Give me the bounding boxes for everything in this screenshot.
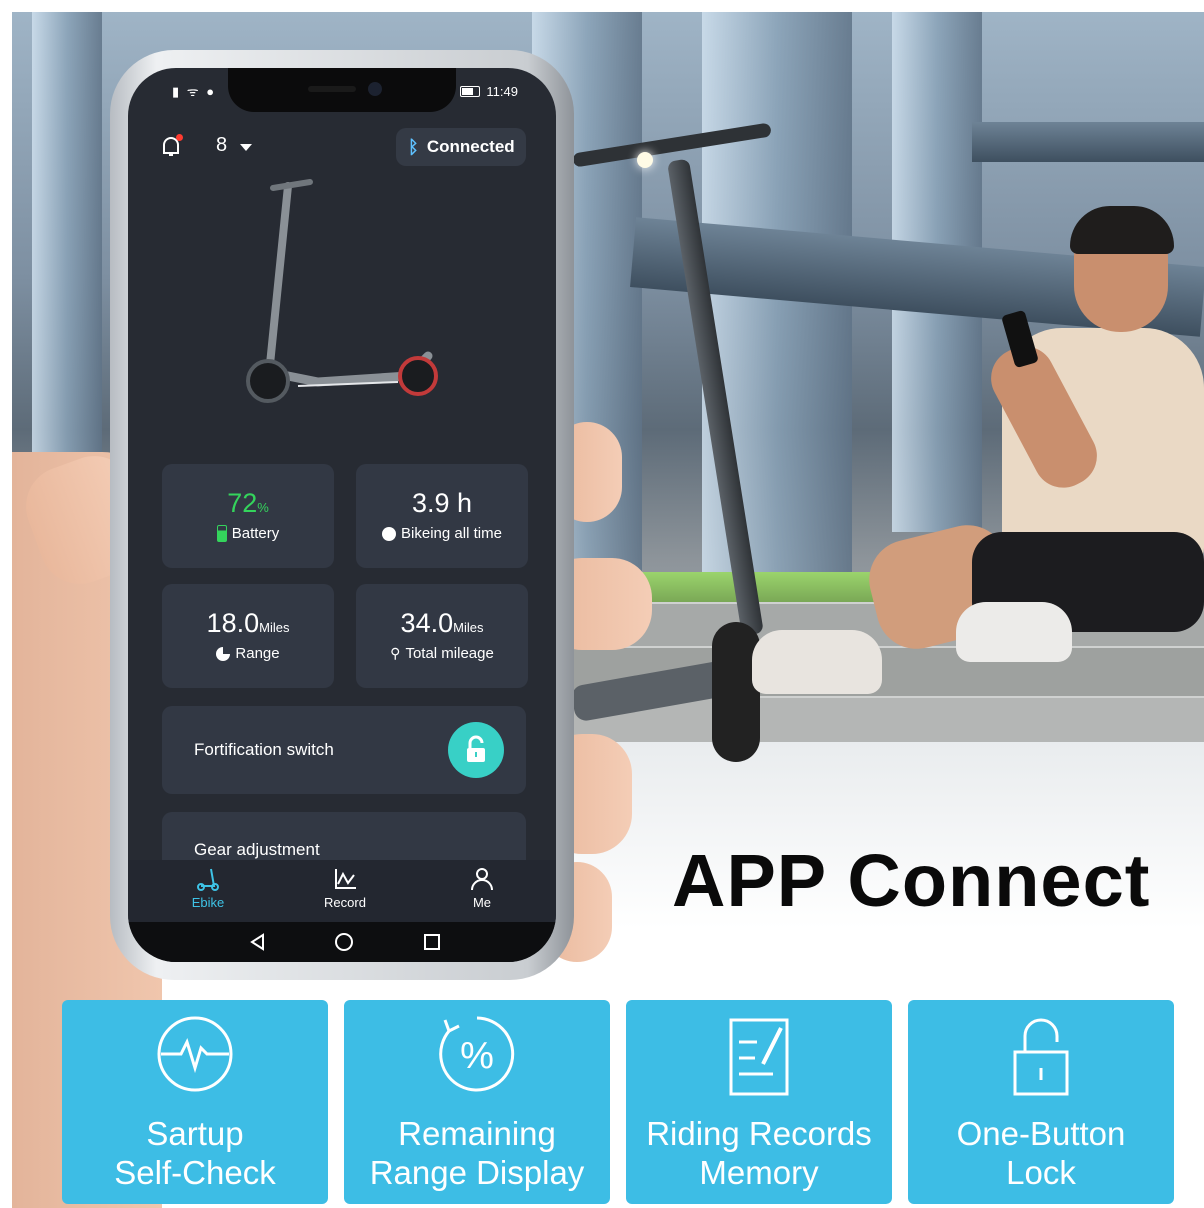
tab-record[interactable]: Record <box>305 866 385 910</box>
feature-2-line2: Range Display <box>369 1154 585 1191</box>
bike-time-label: Bikeing all time <box>401 525 502 542</box>
unlock-icon <box>467 735 485 762</box>
range-label: Range <box>235 645 280 662</box>
fortification-label: Fortification switch <box>194 740 334 759</box>
battery-card: 72% Battery <box>162 464 334 568</box>
mileage-card: 34.0Miles ⚲ Total mileage <box>356 584 528 688</box>
gear-label: Gear adjustment <box>194 840 320 859</box>
tab-me[interactable]: Me <box>442 866 522 910</box>
notepad-icon <box>729 1018 789 1096</box>
feature-one-button-lock: One-Button Lock <box>908 1000 1174 1204</box>
system-nav-bar <box>128 922 556 962</box>
scooter-icon <box>197 868 219 891</box>
battery-label: Battery <box>231 525 280 542</box>
range-unit: Miles <box>259 620 290 635</box>
fortification-row: Fortification switch <box>162 706 526 794</box>
bottom-nav: Ebike Record Me <box>128 860 556 922</box>
headline: APP Connect <box>672 839 1151 922</box>
app-screen: ▮ ᯤ ● 11:49 8 ᛒ Connected 72% Battery 3.… <box>128 68 556 962</box>
person-icon <box>471 868 493 891</box>
feature-1-line1: Sartup <box>146 1115 244 1152</box>
padlock-icon <box>1013 1018 1069 1096</box>
scooter-image <box>246 179 438 403</box>
status-icons: ▮ ᯤ ● <box>172 84 217 99</box>
tab-me-label: Me <box>472 895 492 910</box>
recents-icon[interactable] <box>422 932 442 952</box>
pie-icon <box>216 646 231 661</box>
svg-text:%: % <box>460 1035 494 1077</box>
back-icon[interactable] <box>248 932 268 952</box>
battery-value: 72 <box>227 488 258 518</box>
tab-ebike-label: Ebike <box>191 895 225 910</box>
chevron-down-icon[interactable] <box>240 144 252 151</box>
device-selector[interactable]: 8 <box>216 134 227 157</box>
status-right: 11:49 <box>460 84 518 99</box>
battery-icon <box>216 525 227 542</box>
feature-remaining-range: % Remaining Range Display <box>344 1000 610 1204</box>
feature-3-line1: Riding Records <box>646 1115 872 1152</box>
app-header: 8 ᛒ Connected <box>128 128 556 172</box>
mileage-value: 34.0 <box>400 608 454 638</box>
feature-4-line1: One-Button <box>956 1115 1126 1152</box>
tab-record-label: Record <box>324 895 366 910</box>
product-banner: ▮ ᯤ ● 11:49 8 ᛒ Connected 72% Battery 3.… <box>12 12 1204 1208</box>
feature-1-line2: Self-Check <box>114 1154 276 1191</box>
battery-icon <box>460 86 481 97</box>
fortification-lock-button[interactable] <box>448 722 504 778</box>
mileage-label: Total mileage <box>405 645 494 662</box>
feature-startup-self-check: Sartup Self-Check <box>62 1000 328 1204</box>
heartbeat-icon <box>157 1016 233 1092</box>
bike-time-value: 3.9 h <box>411 488 473 518</box>
range-card: 18.0Miles Range <box>162 584 334 688</box>
status-time: 11:49 <box>486 84 518 99</box>
battery-unit: % <box>257 500 269 515</box>
feature-riding-records: Riding Records Memory <box>626 1000 892 1204</box>
location-pin-icon: ⚲ <box>390 645 401 661</box>
connection-label: Connected <box>426 137 515 156</box>
bluetooth-icon: ᛒ <box>408 136 419 157</box>
feature-2-line1: Remaining <box>398 1115 556 1152</box>
clock-icon <box>382 526 397 541</box>
phone-notch <box>228 68 456 112</box>
bike-time-card: 3.9 h Bikeing all time <box>356 464 528 568</box>
home-icon[interactable] <box>334 932 354 952</box>
tab-ebike[interactable]: Ebike <box>168 866 248 910</box>
feature-3-line2: Memory <box>699 1154 819 1191</box>
range-value: 18.0 <box>206 608 260 638</box>
percent-icon: % <box>439 1016 515 1092</box>
chart-icon <box>335 869 356 889</box>
connection-status[interactable]: ᛒ Connected <box>396 128 526 166</box>
mileage-unit: Miles <box>453 620 484 635</box>
feature-4-line2: Lock <box>1006 1154 1076 1191</box>
notification-dot <box>176 134 183 141</box>
